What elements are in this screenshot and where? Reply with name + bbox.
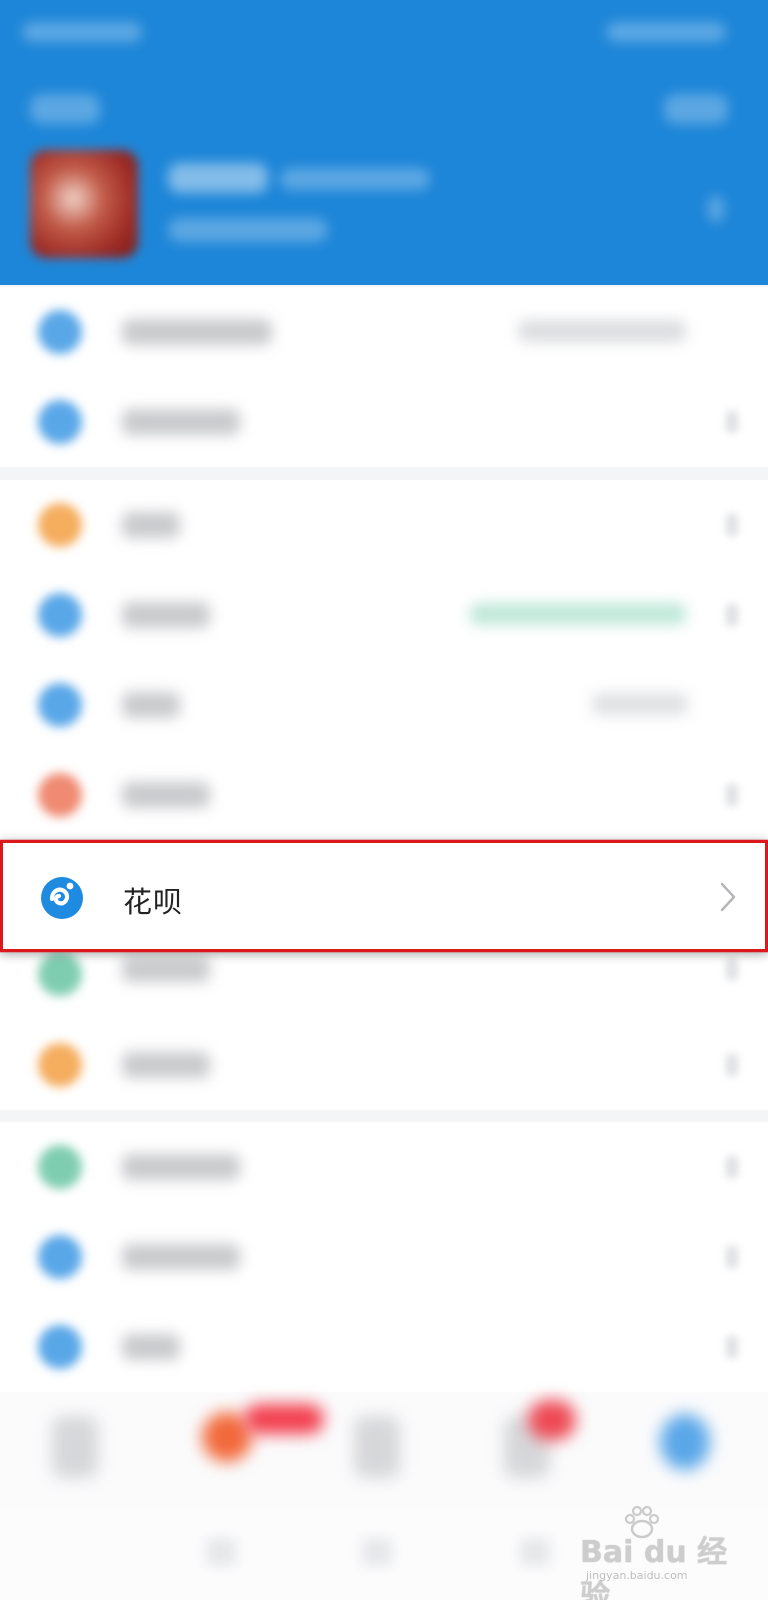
list-item-10[interactable]	[0, 1122, 768, 1212]
chevron-right-icon	[726, 1156, 738, 1178]
list-item-4[interactable]	[0, 570, 768, 660]
huabei-label: 花呗	[123, 885, 184, 919]
status-bar-left-blur	[22, 22, 142, 42]
tab-home-icon[interactable]	[52, 1416, 98, 1478]
list-item-2[interactable]	[0, 377, 768, 467]
chevron-right-icon	[726, 958, 738, 980]
item-label-blur	[122, 1154, 240, 1180]
list-item-3[interactable]	[0, 480, 768, 570]
account-header	[0, 0, 768, 285]
list-item-9[interactable]	[0, 1020, 768, 1110]
nav-home-icon[interactable]	[362, 1538, 392, 1566]
huabei-list-item[interactable]: 花呗	[0, 840, 768, 952]
item-label-blur	[122, 512, 180, 538]
item-icon-blue	[38, 310, 82, 354]
item-icon-orange	[38, 1043, 82, 1087]
avatar[interactable]	[30, 150, 138, 258]
header-title-blur	[30, 94, 100, 124]
tab-mine-icon[interactable]	[660, 1414, 710, 1470]
item-label-blur	[122, 409, 240, 435]
bottom-tab-bar	[0, 1392, 768, 1510]
list-item-8[interactable]	[0, 952, 768, 1020]
item-label-blur	[122, 1052, 210, 1078]
item-promo-blur	[470, 603, 686, 625]
watermark: Bai du 经验 jingyan.baidu.com	[580, 1505, 730, 1600]
item-icon-orange	[38, 503, 82, 547]
item-icon-blue	[38, 683, 82, 727]
list-item-5[interactable]	[0, 660, 768, 750]
item-label-blur	[122, 956, 210, 982]
list-item-6[interactable]	[0, 750, 768, 840]
chevron-right-icon	[720, 882, 736, 912]
settings-button-blur[interactable]	[664, 94, 728, 124]
item-label-blur	[122, 782, 210, 808]
item-icon-red	[38, 773, 82, 817]
list-item-1[interactable]	[0, 287, 768, 377]
nav-recent-icon[interactable]	[520, 1538, 550, 1566]
item-icon-green	[38, 1145, 82, 1189]
list-item-11[interactable]	[0, 1212, 768, 1302]
item-icon-blue	[38, 593, 82, 637]
status-bar-right-blur	[606, 22, 726, 42]
item-icon-blue	[38, 1325, 82, 1369]
nav-back-icon[interactable]	[206, 1538, 236, 1566]
item-label-blur	[122, 692, 180, 718]
tab-badge	[244, 1404, 324, 1434]
chevron-right-icon	[726, 784, 738, 806]
item-label-blur	[122, 319, 272, 345]
chevron-right-icon	[726, 411, 738, 433]
item-icon-blue	[38, 400, 82, 444]
header-chevron-blur[interactable]	[708, 196, 724, 222]
list-item-12[interactable]	[0, 1302, 768, 1392]
member-level-blur	[168, 218, 328, 242]
huabei-icon	[41, 877, 83, 919]
tab-friends-badge	[528, 1400, 576, 1440]
chevron-right-icon	[726, 514, 738, 536]
chevron-right-icon	[726, 1336, 738, 1358]
item-value-blur	[518, 320, 686, 342]
item-label-blur	[122, 1244, 240, 1270]
chevron-right-icon	[726, 1054, 738, 1076]
watermark-brand: Bai du 经验	[580, 1535, 728, 1600]
item-label-blur	[122, 602, 210, 628]
item-icon-green	[38, 952, 82, 996]
item-icon-blue	[38, 1235, 82, 1279]
item-value-blur	[592, 693, 688, 715]
tab-koubei-icon[interactable]	[354, 1416, 400, 1478]
chevron-right-icon	[726, 1246, 738, 1268]
username-blur[interactable]	[168, 163, 268, 193]
item-label-blur	[122, 1334, 180, 1360]
chevron-right-icon	[726, 604, 738, 626]
account-id-blur	[280, 168, 430, 190]
watermark-url: jingyan.baidu.com	[586, 1569, 688, 1582]
